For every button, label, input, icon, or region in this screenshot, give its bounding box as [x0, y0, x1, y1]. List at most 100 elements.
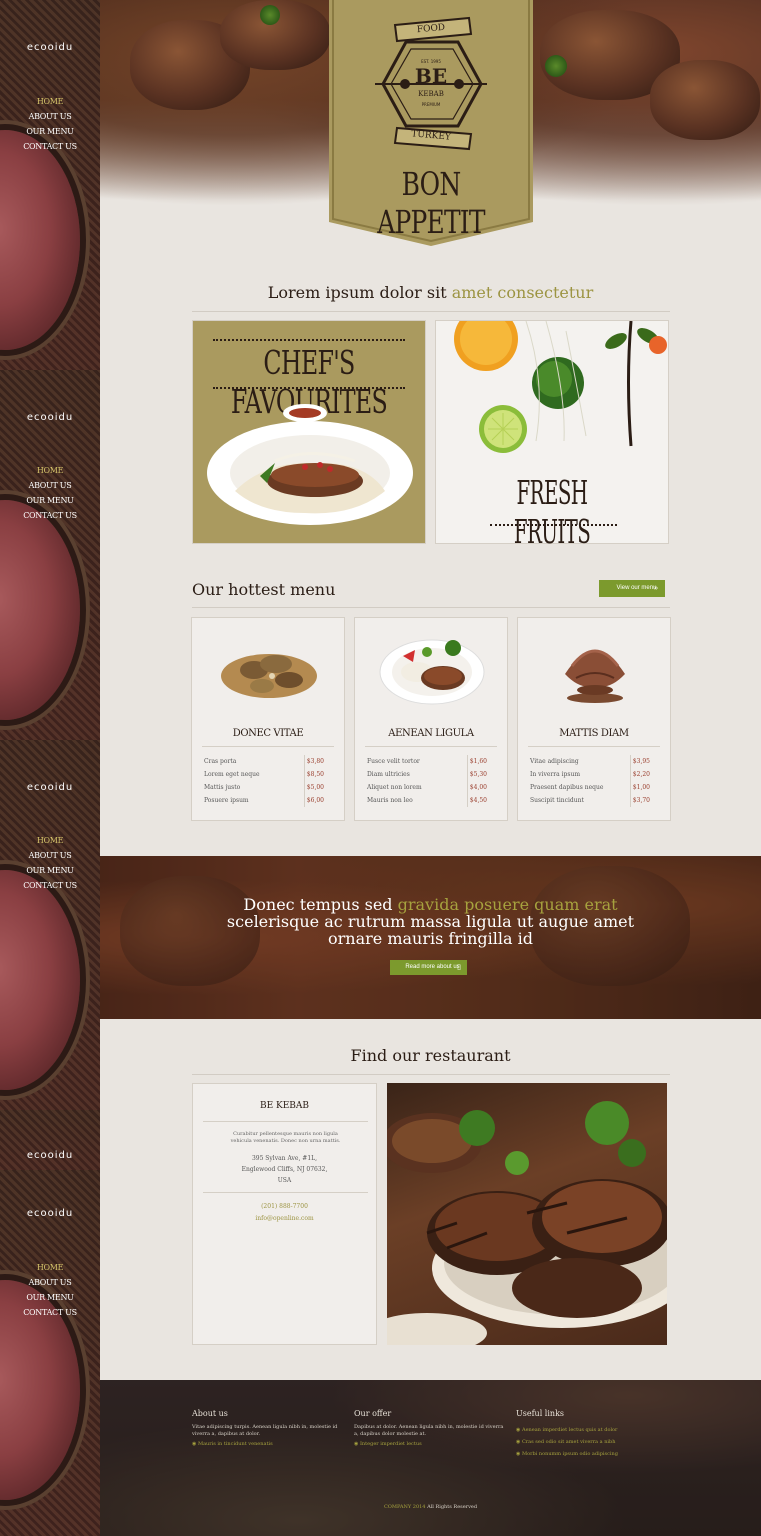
- sidebar-panel: ecooidu Home About us Our menu Contact u…: [0, 0, 100, 370]
- email-link[interactable]: info@openline.com: [193, 1215, 376, 1222]
- logo[interactable]: ecooidu: [0, 1150, 100, 1161]
- nav-menu[interactable]: Our menu: [0, 124, 100, 139]
- price-row: Suscipit tincidunt $3,70: [530, 794, 650, 807]
- price-list: Cras porta $3,80 Lorem eget neque $8,50 Ma…: [204, 755, 324, 807]
- grilled-meat-image: [387, 1101, 667, 1345]
- nav-contact[interactable]: Contact us: [0, 878, 100, 893]
- footer-links: Useful links Aenean imperdiet lectus qui…: [516, 1409, 666, 1460]
- banner-line3: ornare mauris fringilla id: [328, 929, 533, 948]
- footer-links-title: Useful links: [516, 1409, 565, 1418]
- item-price: $8,50: [306, 771, 324, 778]
- price-row: Fusce velit tortor $1,60: [367, 755, 487, 768]
- food-plate-image: [0, 870, 80, 1090]
- logo[interactable]: ecooidu: [0, 782, 100, 793]
- menu-card[interactable]: Mattis diam Vitae adipiscing $3,95 In viv…: [517, 617, 671, 821]
- price-row: Mattis justo $5,00: [204, 781, 324, 794]
- nav-home[interactable]: Home: [0, 1260, 100, 1275]
- nav-contact[interactable]: Contact us: [0, 508, 100, 523]
- phone-link[interactable]: (201) 888-7700: [193, 1203, 376, 1210]
- item-name: Mattis justo: [204, 784, 241, 791]
- sidebar: ecooidu Home About us Our menu Contact u…: [0, 0, 100, 1536]
- price-row: Diam ultricies $5,30: [367, 768, 487, 781]
- nav-about[interactable]: About us: [0, 478, 100, 493]
- address-line: 395 Sylvan Ave, #1L,: [251, 1155, 318, 1162]
- price-row: Praesent dapibus neque $1,00: [530, 781, 650, 794]
- dotted-rule: [213, 339, 405, 341]
- nav-menu[interactable]: Our menu: [0, 493, 100, 508]
- restaurant-description: Curabitur pellentesque mauris non ligula…: [230, 1131, 341, 1144]
- price-list: Vitae adipiscing $3,95 In viverra ipsum $2…: [530, 755, 650, 807]
- intro-title-main: Lorem ipsum dolor sit: [267, 283, 452, 302]
- footer-about-title: About us: [192, 1409, 228, 1418]
- nav-about[interactable]: About us: [0, 848, 100, 863]
- logo[interactable]: ecooidu: [0, 1208, 100, 1219]
- fresh-fruits-box[interactable]: FRESH FRUITS: [435, 320, 669, 551]
- sidebar-panel: ecooidu Home About us Our menu Contact u…: [0, 370, 100, 740]
- divider: [202, 746, 334, 747]
- item-price: $1,00: [632, 784, 650, 791]
- divider: [203, 1121, 368, 1122]
- item-name: Aliquet non lorem: [367, 784, 422, 791]
- copyright-text: All Rights Reserved: [425, 1504, 478, 1510]
- item-name: Suscipit tincidunt: [530, 797, 584, 804]
- food-plate-image: [0, 130, 80, 350]
- find-section-title: Find our restaurant: [350, 1046, 511, 1065]
- nav-about[interactable]: About us: [0, 109, 100, 124]
- item-price: $3,95: [632, 758, 650, 765]
- footer-link[interactable]: Aenean imperdiet lectus quis at dolor: [516, 1424, 666, 1436]
- nav-menu[interactable]: Our menu: [0, 863, 100, 878]
- logo[interactable]: ecooidu: [0, 412, 100, 423]
- brand-badge: FOOD EST. 1995 BE KEBAB PREMIUM TURKEY B…: [327, 0, 535, 246]
- footer-offer-link[interactable]: Integer imperdiet lectus: [354, 1438, 504, 1450]
- copyright-brand[interactable]: COMPANY 2014: [384, 1504, 426, 1510]
- sidebar-panel: ecooidu: [0, 1110, 100, 1170]
- nav-contact[interactable]: Contact us: [0, 139, 100, 154]
- footer-link[interactable]: Morbi nonumm ipsum odio adipiscing: [516, 1448, 666, 1460]
- hero-tagline: BON APPETIT: [377, 165, 485, 241]
- menu-card[interactable]: Aenean ligula Fusce velit tortor $1,60 Di…: [354, 617, 508, 821]
- address-line: Englewood Cliffs, NJ 07632,: [241, 1166, 328, 1173]
- chefs-favourites-box[interactable]: CHEF'S FAVOURITES: [192, 320, 426, 544]
- item-name: Cras porta: [204, 758, 237, 765]
- price-row: In viverra ipsum $2,20: [530, 768, 650, 781]
- address-line: USA: [277, 1177, 292, 1184]
- divider: [192, 1074, 670, 1075]
- price-list: Fusce velit tortor $1,60 Diam ultricies $5…: [367, 755, 487, 807]
- nav-home[interactable]: Home: [0, 94, 100, 109]
- nav-home[interactable]: Home: [0, 833, 100, 848]
- menu-card[interactable]: Donec vitae Cras porta $3,80 Lorem eget n…: [191, 617, 345, 821]
- intro-title-accent: amet consectetur: [451, 283, 594, 302]
- price-row: Vitae adipiscing $3,95: [530, 755, 650, 768]
- read-more-button[interactable]: Read more about us ▯: [390, 960, 467, 975]
- nav-contact[interactable]: Contact us: [0, 1305, 100, 1320]
- food-plate-image: [0, 500, 80, 720]
- price-row: Posuere ipsum $6,00: [204, 794, 324, 807]
- divider: [528, 746, 660, 747]
- nav-menu[interactable]: Our menu: [0, 1290, 100, 1305]
- footer-about: About us Vitae adipiscing turpis. Aenean…: [192, 1409, 342, 1450]
- item-price: $4,00: [469, 784, 487, 791]
- promo-banner: Donec tempus sed gravida posuere quam er…: [100, 856, 761, 1019]
- footer-offer-title: Our offer: [354, 1409, 392, 1418]
- footer: About us Vitae adipiscing turpis. Aenean…: [100, 1380, 761, 1536]
- item-price: $3,80: [306, 758, 324, 765]
- item-name: Vitae adipiscing: [530, 758, 579, 765]
- badge-kebab-text: KEBAB: [418, 90, 444, 98]
- item-name: Lorem eget neque: [204, 771, 260, 778]
- footer-about-link[interactable]: Mauris in tincidunt venenatis: [192, 1438, 342, 1450]
- logo[interactable]: ecooidu: [0, 42, 100, 53]
- nav-about[interactable]: About us: [0, 1275, 100, 1290]
- item-name: Fusce velit tortor: [367, 758, 420, 765]
- view-menu-button[interactable]: View our menu»: [599, 580, 665, 597]
- nav-home[interactable]: Home: [0, 463, 100, 478]
- copyright: COMPANY 2014 All Rights Reserved: [100, 1504, 761, 1510]
- divider: [192, 607, 670, 608]
- footer-link[interactable]: Cras sed odio sit amet viverra a nibh: [516, 1436, 666, 1448]
- dotted-rule: [490, 524, 617, 526]
- dotted-rule: [213, 387, 405, 389]
- divider: [365, 746, 497, 747]
- kebab-plate-image: [207, 404, 413, 525]
- item-price: $2,20: [632, 771, 650, 778]
- main-content: FOOD EST. 1995 BE KEBAB PREMIUM TURKEY B…: [100, 0, 761, 1536]
- item-name: Mauris non leo: [367, 797, 413, 804]
